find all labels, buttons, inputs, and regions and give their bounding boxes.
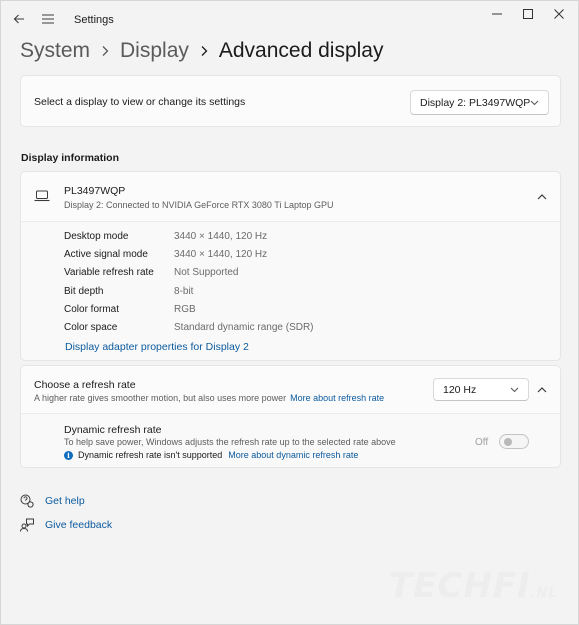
display-select-label: Select a display to view or change its s… <box>34 96 246 108</box>
info-key: Variable refresh rate <box>64 267 154 278</box>
info-row: Desktop mode 3440 × 1440, 120 Hz <box>64 231 267 245</box>
dynamic-refresh-rate-title: Dynamic refresh rate <box>64 424 162 436</box>
info-row: Bit depth 8-bit <box>64 286 193 300</box>
refresh-rate-header: Choose a refresh rate A higher rate give… <box>21 366 560 414</box>
display-information-heading: Display information <box>21 152 120 164</box>
breadcrumb-display[interactable]: Display <box>120 39 189 63</box>
adapter-properties-link[interactable]: Display adapter properties for Display 2 <box>65 341 249 353</box>
display-information-details: Desktop mode 3440 × 1440, 120 Hz Active … <box>21 222 560 360</box>
more-about-dynamic-refresh-rate-link[interactable]: More about dynamic refresh rate <box>228 450 358 460</box>
page-title: Advanced display <box>218 39 384 62</box>
breadcrumb: System Display Advanced display <box>20 36 383 66</box>
info-row: Variable refresh rate Not Supported <box>64 267 239 281</box>
get-help-label: Get help <box>45 495 85 507</box>
breadcrumb-system[interactable]: System <box>20 39 90 63</box>
info-value: 8-bit <box>174 286 194 297</box>
dynamic-refresh-rate-section: Dynamic refresh rate To help save power,… <box>21 414 560 467</box>
maximize-icon[interactable] <box>515 6 541 22</box>
monitor-name: PL3497WQP <box>64 185 126 197</box>
feedback-icon <box>20 518 34 532</box>
dynamic-refresh-rate-subtitle: To help save power, Windows adjusts the … <box>64 437 396 447</box>
back-arrow-icon[interactable] <box>10 10 28 28</box>
settings-window: Settings System Display Advanced display… <box>0 0 579 625</box>
info-value: 3440 × 1440, 120 Hz <box>174 231 268 242</box>
info-icon: i <box>64 450 73 460</box>
toggle-state-label: Off <box>475 437 489 448</box>
give-feedback-label: Give feedback <box>45 519 113 531</box>
dynamic-refresh-rate-note: i Dynamic refresh rate isn't supported M… <box>64 450 358 460</box>
info-value: Not Supported <box>174 267 239 278</box>
breadcrumb-chevron-icon <box>189 45 219 57</box>
close-icon[interactable] <box>546 6 572 22</box>
title-bar: Settings <box>1 1 578 37</box>
display-information-header[interactable]: PL3497WQP Display 2: Connected to NVIDIA… <box>21 172 560 222</box>
info-value: 3440 × 1440, 120 Hz <box>174 249 268 260</box>
info-key: Color space <box>64 322 118 333</box>
refresh-rate-value: 120 Hz <box>443 383 477 396</box>
info-row: Active signal mode 3440 × 1440, 120 Hz <box>64 249 267 263</box>
info-row: Color space Standard dynamic range (SDR) <box>64 322 314 336</box>
watermark-text: TECHFI <box>389 566 531 606</box>
toggle-knob <box>504 438 512 446</box>
info-value: RGB <box>174 304 196 315</box>
info-key: Bit depth <box>64 286 104 297</box>
window-title: Settings <box>74 14 114 26</box>
help-icon <box>20 494 34 508</box>
chevron-down-icon <box>530 100 539 106</box>
give-feedback-link[interactable]: Give feedback <box>20 518 112 532</box>
info-key: Active signal mode <box>64 249 148 260</box>
chevron-down-icon <box>510 387 519 393</box>
more-about-refresh-rate-link[interactable]: More about refresh rate <box>290 393 384 403</box>
refresh-rate-description: A higher rate gives smoother motion, but… <box>34 393 287 403</box>
refresh-rate-subtitle: A higher rate gives smoother motion, but… <box>34 393 384 403</box>
get-help-link[interactable]: Get help <box>20 494 85 508</box>
info-value: Standard dynamic range (SDR) <box>174 322 314 333</box>
watermark-suffix: .NL <box>530 586 558 601</box>
refresh-rate-card: Choose a refresh rate A higher rate give… <box>20 365 561 468</box>
refresh-rate-title: Choose a refresh rate <box>34 379 136 391</box>
monitor-subtitle: Display 2: Connected to NVIDIA GeForce R… <box>64 200 334 210</box>
dynamic-refresh-rate-toggle[interactable] <box>499 434 529 449</box>
chevron-up-icon[interactable] <box>535 383 549 397</box>
display-select-card: Select a display to view or change its s… <box>20 75 561 127</box>
refresh-rate-dropdown[interactable]: 120 Hz <box>433 378 529 401</box>
hamburger-menu-icon[interactable] <box>39 10 57 28</box>
dynamic-refresh-rate-note-text: Dynamic refresh rate isn't supported <box>78 450 223 460</box>
laptop-icon <box>34 189 50 207</box>
chevron-up-icon[interactable] <box>535 190 549 204</box>
display-dropdown-value: Display 2: PL3497WQP <box>420 96 531 109</box>
info-row: Color format RGB <box>64 304 196 318</box>
display-information-card: PL3497WQP Display 2: Connected to NVIDIA… <box>20 171 561 361</box>
breadcrumb-chevron-icon <box>90 45 120 57</box>
info-key: Desktop mode <box>64 231 129 242</box>
display-dropdown[interactable]: Display 2: PL3497WQP <box>410 90 549 115</box>
minimize-icon[interactable] <box>484 6 510 22</box>
watermark-logo: TECHFI.NL <box>389 566 558 606</box>
info-key: Color format <box>64 304 120 315</box>
